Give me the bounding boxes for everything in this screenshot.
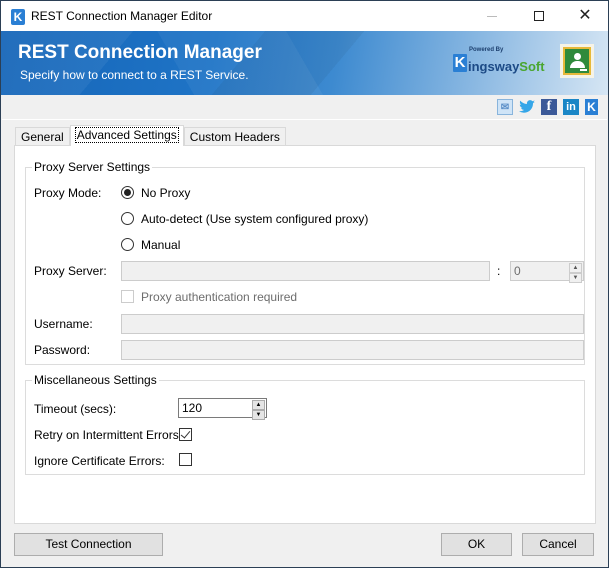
proxy-auth-checkbox[interactable] [121,290,134,303]
twitter-icon[interactable] [519,99,535,115]
spin-up-icon[interactable]: ▲ [569,263,582,273]
title-bar: K REST Connection Manager Editor ✕ [1,1,608,31]
logo-name-main: ingsway [468,58,520,74]
auto-detect-radio[interactable] [121,212,134,225]
retry-errors-checkbox[interactable] [179,428,192,441]
password-label: Password: [34,343,91,357]
maximize-icon [534,11,544,21]
cancel-button[interactable]: Cancel [522,533,594,556]
port-separator: : [497,264,501,278]
logo-name-accent: Soft [519,58,545,74]
tab-strip: General Advanced Settings Custom Headers [15,125,286,146]
kingswaysoft-k-icon: K [453,54,467,72]
header-banner: REST Connection Manager Specify how to c… [1,31,608,95]
ignore-cert-errors-checkbox[interactable] [179,453,192,466]
group-title: Proxy Server Settings [32,160,153,174]
social-links: ✉ f in K [497,99,598,115]
timeout-spinner[interactable]: ▲ ▼ [252,400,265,420]
banner-subtitle: Specify how to connect to a REST Service… [20,68,249,82]
maximize-button[interactable] [516,1,562,31]
manual-radio[interactable] [121,238,134,251]
auto-detect-label[interactable]: Auto-detect (Use system configured proxy… [141,212,368,226]
kingswaysoft-name: ingswaySoft [468,59,545,74]
proxy-port-input[interactable]: 0 ▲ ▼ [510,261,584,283]
tab-label: Advanced Settings [74,127,179,143]
tab-general[interactable]: General [15,127,70,146]
kingswaysoft-logo: K Powered By ingswaySoft [453,46,545,77]
tab-label: Custom Headers [189,130,280,144]
username-label: Username: [34,317,93,331]
banner-title: REST Connection Manager [18,42,262,63]
facebook-icon[interactable]: f [541,99,557,115]
minimize-button[interactable] [469,1,515,31]
no-proxy-label[interactable]: No Proxy [141,186,190,200]
header-divider [2,119,607,120]
powered-by-label: Powered By [469,46,504,53]
tab-advanced-settings[interactable]: Advanced Settings [69,125,184,146]
window-title: REST Connection Manager Editor [31,9,213,23]
proxy-server-input[interactable] [121,261,490,281]
timeout-label: Timeout (secs): [34,402,117,416]
timeout-input[interactable]: 120 ▲ ▼ [178,398,267,420]
retry-errors-label: Retry on Intermittent Errors: [34,428,183,442]
no-proxy-radio[interactable] [121,186,134,199]
email-icon[interactable]: ✉ [497,99,513,115]
tab-label: General [21,130,64,144]
proxy-server-label: Proxy Server: [34,264,107,278]
miscellaneous-settings-group: Miscellaneous Settings Timeout (secs): 1… [25,373,585,475]
port-value: 0 [514,264,521,278]
username-input[interactable] [121,314,584,334]
close-icon: ✕ [578,7,592,24]
editor-window: K REST Connection Manager Editor ✕ REST … [0,0,609,568]
test-connection-button[interactable]: Test Connection [14,533,163,556]
spin-down-icon[interactable]: ▼ [252,410,265,420]
password-input[interactable] [121,340,584,360]
kingswaysoft-icon[interactable]: K [585,99,598,115]
tab-custom-headers[interactable]: Custom Headers [183,127,286,146]
proxy-auth-label[interactable]: Proxy authentication required [141,290,297,304]
linkedin-icon[interactable]: in [563,99,579,115]
advanced-settings-panel: Proxy Server Settings Proxy Mode: No Pro… [14,145,596,524]
ok-button[interactable]: OK [441,533,512,556]
classroom-icon [560,44,594,78]
close-button[interactable]: ✕ [562,1,608,31]
port-spinner[interactable]: ▲ ▼ [569,263,582,283]
proxy-server-settings-group: Proxy Server Settings Proxy Mode: No Pro… [25,160,585,365]
timeout-value: 120 [182,401,203,415]
spin-down-icon[interactable]: ▼ [569,273,582,283]
manual-label[interactable]: Manual [141,238,180,252]
minimize-icon [487,15,497,17]
proxy-mode-label: Proxy Mode: [34,186,102,200]
group-title: Miscellaneous Settings [32,373,159,387]
spin-up-icon[interactable]: ▲ [252,400,265,410]
ignore-cert-errors-label: Ignore Certificate Errors: [34,454,165,468]
app-logo-icon: K [11,9,25,25]
